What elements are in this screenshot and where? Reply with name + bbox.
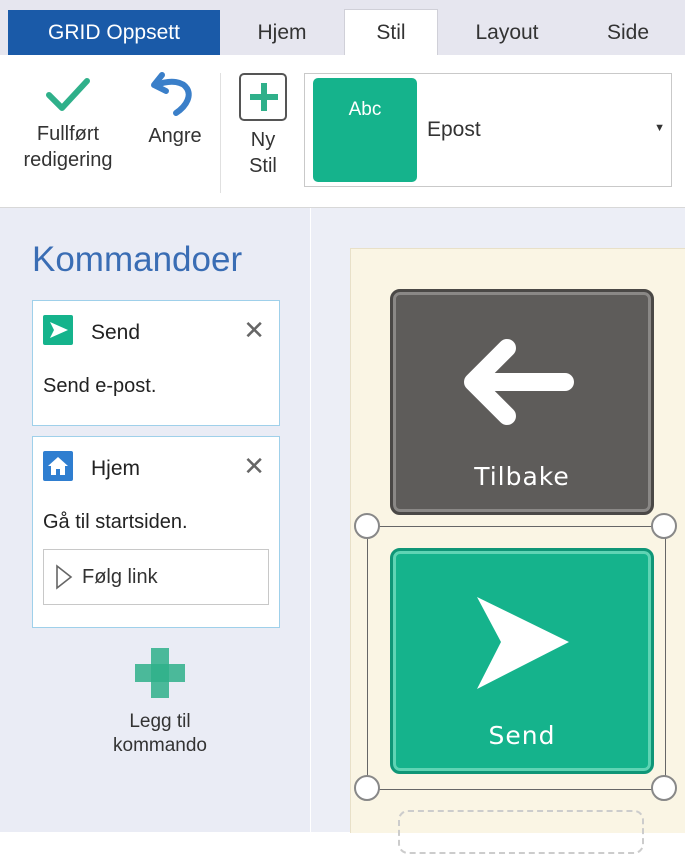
resize-handle-top-right[interactable] [651,513,677,539]
follow-link-field[interactable]: Følg link [43,549,269,605]
finish-label-line1: Fullført [36,123,100,145]
panel-title: Kommandoer [32,240,243,279]
close-icon[interactable]: ✕ [243,315,265,346]
undo-button[interactable]: Angre [136,67,214,149]
play-icon [56,564,73,590]
cell-label: Tilbake [474,462,570,491]
new-style-label-line1: Ny [250,129,276,151]
command-name: Send [91,321,141,344]
resize-handle-bottom-right[interactable] [651,775,677,801]
style-preview-text: Abc [348,99,382,120]
resize-handle-top-left[interactable] [354,513,380,539]
undo-label: Angre [148,125,202,147]
close-icon[interactable]: ✕ [243,451,265,482]
add-command-button[interactable]: Legg til kommando [60,648,260,758]
command-name: Hjem [91,457,141,480]
tab-page[interactable]: Side [576,10,680,56]
grid-cell-back[interactable]: Tilbake [390,289,654,515]
ribbon-toolbar: Fullført redigering Angre Ny Stil Abc Ep… [0,55,685,208]
send-icon [43,315,73,345]
command-description: Send e-post. [43,375,157,397]
cell-label: Send [488,721,556,750]
style-selector[interactable]: Abc Epost ▼ [304,73,672,187]
add-icon [239,73,287,121]
new-style-button[interactable]: Ny Stil [232,73,294,179]
empty-grid-cell[interactable] [398,810,644,854]
ribbon-tab-bar: GRID Oppsett Hjem Stil Layout Side [0,0,685,56]
tab-layout[interactable]: Layout [440,10,574,56]
undo-icon [151,72,192,116]
style-preview-swatch: Abc [313,78,417,182]
chevron-down-icon[interactable]: ▼ [654,122,665,134]
tab-style[interactable]: Stil [344,9,438,56]
style-name: Epost [427,118,481,141]
tab-grid-setup[interactable]: GRID Oppsett [8,10,220,55]
send-icon [477,597,569,689]
tab-home[interactable]: Hjem [222,10,342,56]
command-card-send[interactable]: Send ✕ Send e-post. [32,300,280,426]
grid-cell-send[interactable]: Send [390,548,654,774]
arrow-left-icon [464,339,574,425]
checkmark-icon [46,78,90,111]
home-icon [43,451,73,481]
finish-label-line2: redigering [23,149,113,171]
resize-handle-bottom-left[interactable] [354,775,380,801]
ribbon-separator [220,73,221,193]
new-style-label-line2: Stil [249,155,277,177]
plus-icon [135,648,185,698]
add-command-label-line2: kommando [113,735,207,756]
follow-link-label: Følg link [82,566,158,588]
command-card-home[interactable]: Hjem ✕ Gå til startsiden. Følg link [32,436,280,628]
add-command-label-line1: Legg til [129,711,191,732]
finish-editing-button[interactable]: Fullført redigering [12,67,124,173]
commands-panel: Kommandoer Send ✕ Send e-post. Hjem ✕ Gå… [0,208,310,832]
command-description: Gå til startsiden. [43,511,188,533]
